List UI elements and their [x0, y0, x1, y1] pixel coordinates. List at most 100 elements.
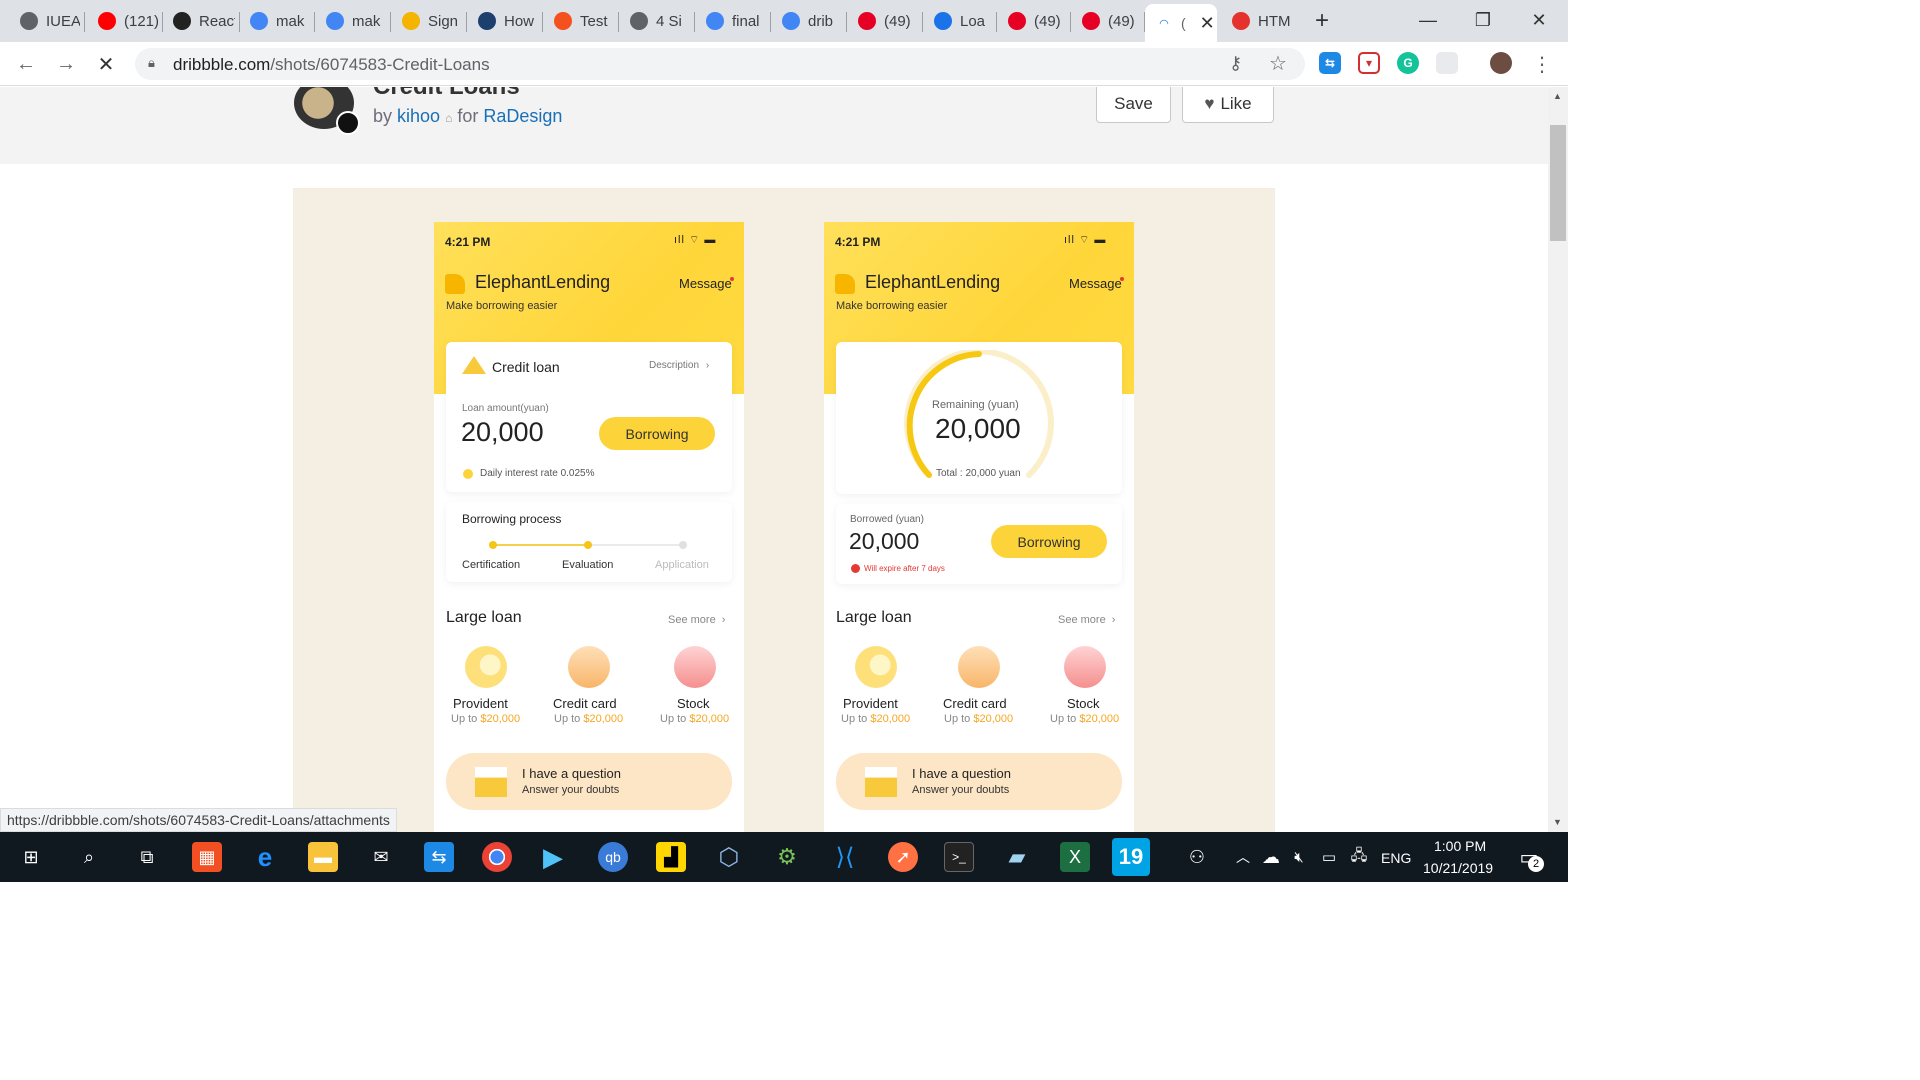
see-more-link[interactable]: See more › — [1058, 614, 1115, 626]
browser-tab[interactable]: (121) — [88, 4, 158, 38]
back-icon[interactable]: ← — [12, 50, 40, 78]
notepad-icon[interactable]: ▰ — [1002, 842, 1032, 872]
excel-icon[interactable]: X — [1060, 842, 1090, 872]
browser-tab[interactable]: (49) — [998, 4, 1066, 38]
tab-label: (49) — [1108, 12, 1135, 30]
provident-label: Provident — [843, 696, 898, 711]
browser-tab[interactable]: How — [468, 4, 538, 38]
browser-tab[interactable]: final — [696, 4, 766, 38]
battery-icon[interactable]: ▭ — [1314, 842, 1344, 872]
postman-icon[interactable]: ➚ — [888, 842, 918, 872]
key-icon[interactable]: ⚷ — [1229, 53, 1242, 74]
save-button[interactable]: Save — [1096, 87, 1171, 123]
borrowing-button[interactable]: Borrowing — [991, 525, 1107, 558]
provident-icon[interactable] — [465, 646, 507, 688]
new-tab-button[interactable]: + — [1309, 7, 1335, 34]
author-link[interactable]: kihoo — [397, 106, 440, 126]
credit-card-label: Credit card — [553, 696, 617, 711]
provident-limit: Up to $20,000 — [451, 713, 521, 725]
search-icon[interactable]: ⌕ — [74, 842, 104, 872]
people-icon[interactable]: ⚇ — [1182, 842, 1212, 872]
browser-tab[interactable]: Test — [544, 4, 614, 38]
restore-icon[interactable]: ❐ — [1460, 6, 1506, 34]
bookmark-star-icon[interactable]: ☆ — [1269, 51, 1287, 76]
extension-share-icon[interactable]: ⇆ — [1319, 52, 1341, 74]
android-studio-icon[interactable]: ⚙ — [772, 842, 802, 872]
sticky-notes-icon[interactable]: ▟ — [656, 842, 686, 872]
browser-tab[interactable]: Loa — [924, 4, 992, 38]
forward-icon[interactable]: → — [52, 50, 80, 78]
browser-tab[interactable]: 4 Si — [620, 4, 690, 38]
tab-label: final — [732, 12, 760, 30]
tab-active[interactable]: ◠ ( ✕ — [1145, 4, 1217, 42]
description-link[interactable]: Description › — [649, 360, 709, 371]
onedrive-icon[interactable]: ☁ — [1256, 842, 1286, 872]
close-window-icon[interactable]: ✕ — [1516, 6, 1562, 34]
terminal-icon[interactable]: >_ — [944, 842, 974, 872]
task-view-icon[interactable]: ⧉ — [132, 842, 162, 872]
calendar-19-icon[interactable]: 19 — [1112, 838, 1150, 876]
credit-card-label: Credit card — [943, 696, 1007, 711]
extension-blank-icon[interactable] — [1436, 52, 1458, 74]
clock-date[interactable]: 10/21/2019 — [1423, 860, 1493, 876]
browser-tab[interactable]: mak — [240, 4, 310, 38]
tray-chevron-icon[interactable]: ︿ — [1228, 842, 1258, 872]
shot-image[interactable]: 4:21 PM ıll ⌔ ▬ ElephantLending Message … — [293, 188, 1275, 832]
team-link[interactable]: RaDesign — [483, 106, 562, 126]
credit-card-icon[interactable] — [568, 646, 610, 688]
mail-icon[interactable]: ✉ — [366, 842, 396, 872]
like-button[interactable]: ♥ Like — [1182, 87, 1274, 123]
stop-icon[interactable]: ✕ — [92, 50, 120, 78]
question-banner[interactable]: I have a question Answer your doubts — [836, 753, 1122, 810]
step-dot-evaluation — [584, 541, 592, 549]
grammarly-icon[interactable]: G — [1397, 52, 1419, 74]
browser-tab[interactable]: (49) — [1072, 4, 1140, 38]
tab-separator — [84, 12, 85, 32]
tab-label: HTM — [1258, 12, 1291, 30]
credit-card-icon[interactable] — [958, 646, 1000, 688]
elephant-logo-icon — [445, 274, 465, 294]
store-icon[interactable]: ▦ — [192, 842, 222, 872]
menu-dots-icon[interactable]: ⋮ — [1532, 52, 1552, 77]
borrowed-label: Borrowed (yuan) — [850, 514, 924, 525]
profile-avatar[interactable] — [1490, 52, 1512, 74]
file-explorer-icon[interactable]: ▬ — [308, 842, 338, 872]
pinterest-icon — [1008, 12, 1026, 30]
vscode-icon[interactable]: ⟩⟨ — [830, 842, 860, 872]
scroll-up-icon[interactable]: ▲ — [1553, 91, 1562, 101]
browser-tab[interactable]: HTM — [1222, 4, 1292, 38]
address-bar[interactable]: 🔒︎ dribbble.com/shots/6074583-Credit-Loa… — [135, 48, 1305, 80]
network-icon[interactable]: 🖧︎ — [1344, 842, 1374, 872]
browser-tab[interactable]: mak — [316, 4, 386, 38]
browser-tab[interactable]: (49) — [848, 4, 918, 38]
share-app-icon[interactable]: ⇆ — [424, 842, 454, 872]
message-link[interactable]: Message — [679, 276, 732, 291]
status-url-bubble: https://dribbble.com/shots/6074583-Credi… — [0, 808, 397, 832]
stock-icon[interactable] — [674, 646, 716, 688]
see-more-link[interactable]: See more › — [668, 614, 725, 626]
cube-icon[interactable]: ⬡ — [714, 842, 744, 872]
scroll-thumb[interactable] — [1550, 125, 1566, 241]
close-tab-icon[interactable]: ✕ — [1200, 13, 1215, 34]
browser-tab[interactable]: Sign — [392, 4, 462, 38]
play-icon[interactable]: ▶ — [538, 842, 568, 872]
question-banner[interactable]: I have a question Answer your doubts — [446, 753, 732, 810]
message-link[interactable]: Message — [1069, 276, 1122, 291]
volume-muted-icon[interactable]: 🔇︎ — [1284, 842, 1314, 872]
browser-tab[interactable]: React — [163, 4, 235, 38]
language-indicator[interactable]: ENG — [1381, 850, 1411, 866]
extension-pocket-icon[interactable]: ▾ — [1358, 52, 1380, 74]
borrowing-button[interactable]: Borrowing — [599, 417, 715, 450]
browser-tab[interactable]: drib — [772, 4, 842, 38]
provident-icon[interactable] — [855, 646, 897, 688]
qbittorrent-icon[interactable]: qb — [598, 842, 628, 872]
browser-tab[interactable]: IUEA — [10, 4, 80, 38]
clock-time[interactable]: 1:00 PM — [1434, 838, 1486, 854]
shot-header: Credit Loans by kihoo ⌂ for RaDesign Sav… — [0, 87, 1548, 164]
chrome-icon[interactable] — [482, 842, 512, 872]
minimize-icon[interactable]: — — [1405, 6, 1451, 34]
scroll-down-icon[interactable]: ▼ — [1553, 817, 1562, 827]
stock-icon[interactable] — [1064, 646, 1106, 688]
edge-icon[interactable]: e — [250, 842, 280, 872]
windows-start-icon[interactable]: ⊞ — [16, 842, 46, 872]
